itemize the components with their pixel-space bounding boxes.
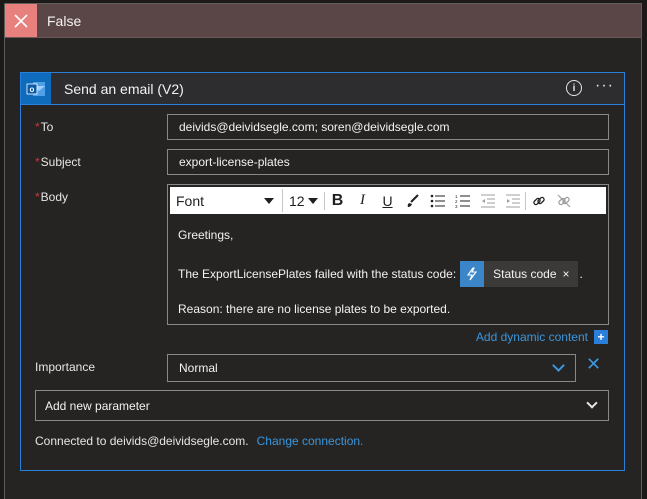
body-editor[interactable]: Font 12 B I U 123 Greetings, The ExportL… (167, 184, 609, 325)
caret-down-icon (264, 197, 274, 204)
action-title: Send an email (V2) (64, 80, 184, 97)
body-line-status: The ExportLicensePlates failed with the … (178, 261, 598, 287)
subject-field[interactable]: export-license-plates (167, 149, 609, 175)
body-line-greeting: Greetings, (178, 228, 234, 242)
font-family-dropdown[interactable]: Font (170, 189, 280, 212)
lightning-icon (460, 261, 485, 287)
increase-indent-icon (505, 194, 520, 207)
subject-label: *Subject (35, 155, 81, 169)
remove-link-button[interactable] (551, 189, 576, 212)
insert-link-button[interactable] (526, 189, 551, 212)
change-connection-link[interactable]: Change connection. (257, 434, 364, 448)
font-size-dropdown[interactable]: 12 (282, 189, 324, 212)
italic-button[interactable]: I (350, 189, 375, 212)
increase-indent-button[interactable] (500, 189, 525, 212)
to-field[interactable]: deivids@deividsegle.com; soren@deividseg… (167, 114, 609, 140)
body-line-reason: Reason: there are no license plates to b… (178, 302, 451, 316)
chevron-down-icon (586, 396, 598, 409)
body-label: *Body (35, 190, 69, 204)
unlink-icon (557, 194, 570, 207)
font-color-button[interactable] (400, 189, 425, 212)
add-dynamic-content-link[interactable]: Add dynamic content + (476, 330, 608, 344)
underline-button[interactable]: U (375, 189, 400, 212)
branch-title: False (47, 12, 82, 29)
false-branch-header[interactable]: False (5, 4, 641, 38)
rich-text-toolbar: Font 12 B I U 123 (170, 187, 606, 214)
status-code-token[interactable]: Status code × (460, 261, 578, 287)
more-options-icon[interactable]: ··· (595, 78, 614, 94)
bulleted-list-icon (430, 194, 445, 207)
link-icon (532, 196, 545, 205)
decrease-indent-icon (480, 194, 495, 207)
outlook-icon: o (21, 73, 51, 104)
paint-brush-icon (407, 193, 419, 207)
bold-button[interactable]: B (325, 189, 350, 212)
importance-label: Importance (35, 360, 96, 374)
connection-info: Connected to deivids@deividsegle.com. Cha… (35, 434, 363, 448)
body-content[interactable]: Greetings, The ExportLicensePlates faile… (168, 216, 608, 316)
numbered-list-button[interactable]: 123 (450, 189, 475, 212)
action-header[interactable]: o Send an email (V2) i ··· (21, 73, 624, 105)
connected-to-text: Connected to deivids@deividsegle.com. (35, 434, 249, 448)
plus-icon: + (594, 330, 608, 344)
to-label: *To (35, 120, 54, 134)
numbered-list-icon: 123 (455, 194, 470, 208)
add-new-parameter-dropdown[interactable]: Add new parameter (35, 390, 609, 421)
info-icon[interactable]: i (566, 80, 582, 96)
svg-text:3: 3 (455, 204, 458, 208)
remove-token-icon[interactable]: × (563, 267, 578, 281)
svg-text:o: o (30, 85, 35, 94)
caret-down-icon (308, 197, 318, 204)
chevron-down-icon (552, 358, 565, 372)
decrease-indent-button[interactable] (475, 189, 500, 212)
send-email-action-card: o Send an email (V2) i ··· *To deivids@d… (20, 72, 625, 471)
importance-dropdown[interactable]: Normal (167, 354, 576, 382)
bulleted-list-button[interactable] (425, 189, 450, 212)
remove-parameter-icon[interactable]: ✕ (586, 355, 601, 373)
close-icon (5, 4, 37, 37)
